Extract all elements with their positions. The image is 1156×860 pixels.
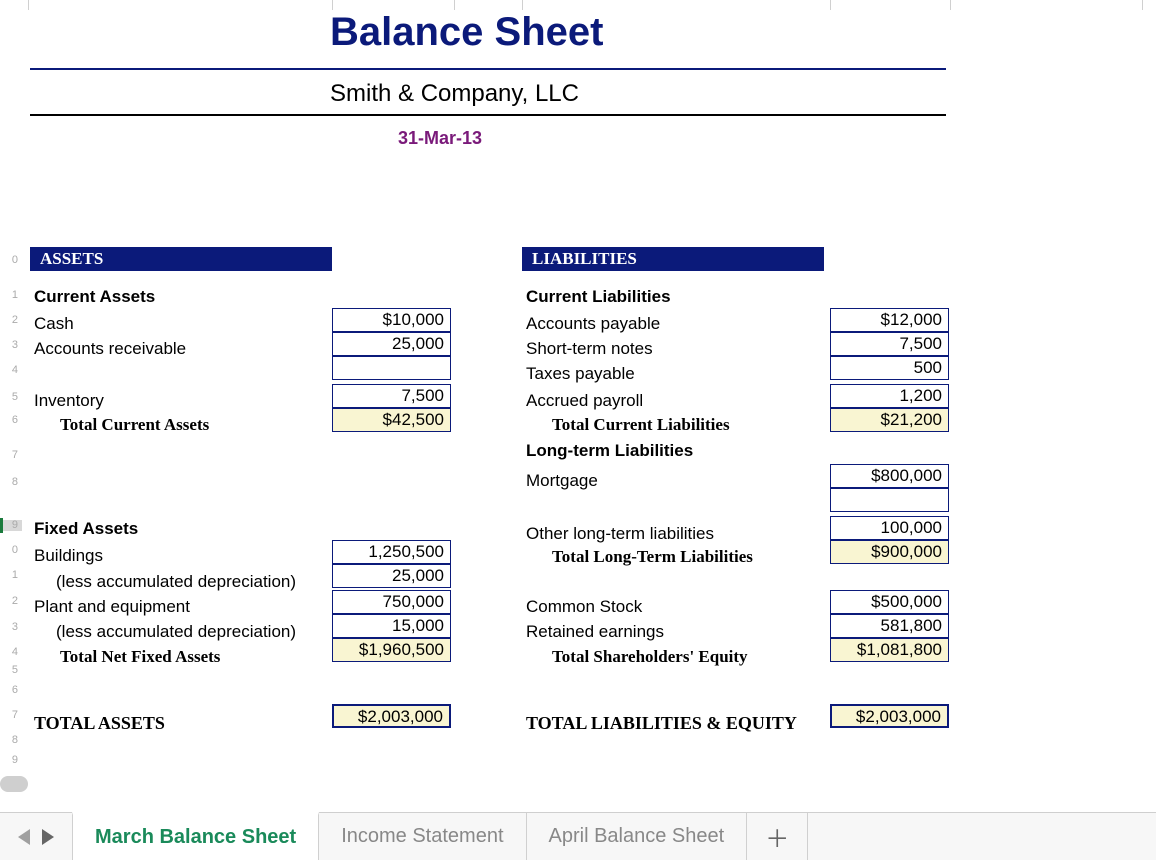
as-of-date: 31-Mar-13 [398,128,482,149]
tab-april-balance-sheet[interactable]: April Balance Sheet [527,813,748,860]
row-number[interactable]: 3 [0,622,22,633]
plant-label: Plant and equipment [34,598,190,615]
inventory-label: Inventory [34,392,104,409]
row-number[interactable]: 1 [0,570,22,581]
ap-label: Accounts payable [526,315,660,332]
total-current-liab-value[interactable]: $21,200 [830,408,949,432]
retained-earnings-value[interactable]: 581,800 [830,614,949,638]
other-longterm-value[interactable]: 100,000 [830,516,949,540]
taxes-label: Taxes payable [526,365,635,382]
current-assets-label: Current Assets [34,288,155,305]
row-number[interactable]: 6 [0,415,22,426]
row-gutter: 0 1 2 3 4 5 6 7 8 9 0 1 2 3 4 5 6 7 8 9 [0,0,22,792]
row-number[interactable]: 0 [0,545,22,556]
retained-earnings-label: Retained earnings [526,623,664,640]
next-sheet-icon[interactable] [42,829,54,845]
ap-value[interactable]: $12,000 [830,308,949,332]
row-number[interactable]: 4 [0,647,22,658]
total-current-assets-value[interactable]: $42,500 [332,408,451,432]
mortgage-value[interactable]: $800,000 [830,464,949,488]
total-liab-equity-label: TOTAL LIABILITIES & EQUITY [526,714,797,732]
accrued-value[interactable]: 1,200 [830,384,949,408]
row-number-selected[interactable]: 9 [0,520,22,531]
buildings-dep-value[interactable]: 25,000 [332,564,451,588]
total-assets-label: TOTAL ASSETS [34,714,165,732]
row-number[interactable]: 1 [0,290,22,301]
stn-value[interactable]: 7,500 [830,332,949,356]
row-number[interactable]: 7 [0,710,22,721]
other-longterm-label: Other long-term liabilities [526,525,714,542]
longterm-liab-label: Long-term Liabilities [526,442,693,459]
common-stock-label: Common Stock [526,598,642,615]
row-number[interactable]: 7 [0,450,22,461]
ar-value[interactable]: 25,000 [332,332,451,356]
row-number[interactable]: 5 [0,665,22,676]
buildings-value[interactable]: 1,250,500 [332,540,451,564]
assets-header-bar: ASSETS [30,247,332,271]
mortgage-label: Mortgage [526,472,598,489]
common-stock-value[interactable]: $500,000 [830,590,949,614]
taxes-value[interactable]: 500 [830,356,949,380]
row-number[interactable]: 6 [0,685,22,696]
total-fixed-assets-label: Total Net Fixed Assets [34,648,220,665]
add-sheet-button[interactable]: ＋ [747,813,808,860]
accrued-label: Accrued payroll [526,392,643,409]
tab-nav [0,813,72,860]
row-number[interactable]: 8 [0,735,22,746]
plant-dep-label: (less accumulated depreciation) [34,623,296,640]
company-name: Smith & Company, LLC [330,80,579,108]
cash-value[interactable]: $10,000 [332,308,451,332]
stn-label: Short-term notes [526,340,653,357]
row-number[interactable]: 4 [0,365,22,376]
row-number[interactable]: 0 [0,255,22,266]
row-number[interactable]: 3 [0,340,22,351]
blank-asset-cell[interactable] [332,356,451,380]
total-longterm-liab-label: Total Long-Term Liabilities [526,548,753,565]
tab-income-statement[interactable]: Income Statement [319,813,526,860]
total-equity-value[interactable]: $1,081,800 [830,638,949,662]
total-current-liab-label: Total Current Liabilities [526,416,730,433]
total-current-assets-label: Total Current Assets [34,416,209,433]
row-number[interactable]: 9 [0,755,22,766]
ar-label: Accounts receivable [34,340,186,357]
prev-sheet-icon[interactable] [18,829,30,845]
row-number[interactable]: 2 [0,596,22,607]
total-longterm-liab-value[interactable]: $900,000 [830,540,949,564]
cash-label: Cash [34,315,74,332]
tab-march-balance-sheet[interactable]: March Balance Sheet [72,812,319,860]
blank-liab-cell[interactable] [830,488,949,512]
horizontal-scrollbar[interactable] [0,776,28,792]
current-liabilities-label: Current Liabilities [526,288,671,305]
sheet-tab-bar: March Balance Sheet Income Statement Apr… [0,812,1156,860]
row-number[interactable]: 5 [0,392,22,403]
total-liab-equity-value[interactable]: $2,003,000 [830,704,949,728]
liabilities-header-bar: LIABILITIES [522,247,824,271]
document-title: Balance Sheet [330,10,603,55]
row-number[interactable]: 8 [0,477,22,488]
fixed-assets-label: Fixed Assets [34,520,138,537]
total-equity-label: Total Shareholders' Equity [526,648,748,665]
spreadsheet-canvas[interactable]: Balance Sheet Smith & Company, LLC 31-Ma… [22,0,1156,792]
buildings-label: Buildings [34,547,103,564]
row-number[interactable]: 2 [0,315,22,326]
total-assets-value[interactable]: $2,003,000 [332,704,451,728]
plant-value[interactable]: 750,000 [332,590,451,614]
plant-dep-value[interactable]: 15,000 [332,614,451,638]
total-fixed-assets-value[interactable]: $1,960,500 [332,638,451,662]
buildings-dep-label: (less accumulated depreciation) [34,573,296,590]
inventory-value[interactable]: 7,500 [332,384,451,408]
